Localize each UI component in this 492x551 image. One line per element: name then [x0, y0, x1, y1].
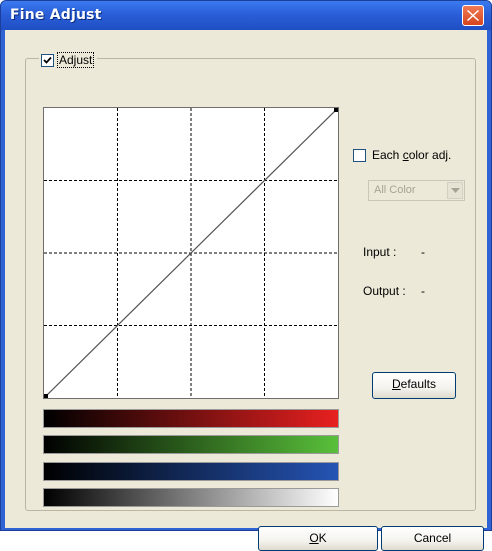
tone-curve-graph[interactable]: [43, 107, 339, 399]
tone-curve-svg[interactable]: [43, 107, 339, 399]
each-color-adj-checkbox[interactable]: [353, 148, 366, 162]
ok-mnemonic: O: [309, 531, 319, 545]
color-channel-value: All Color: [374, 184, 416, 196]
ok-rest: K: [318, 531, 327, 545]
cancel-button-label: Cancel: [413, 531, 452, 545]
output-value: -: [421, 284, 425, 298]
dropdown-arrow-icon: [451, 188, 460, 193]
output-label: Output :: [363, 284, 406, 298]
dialog-client-area: Adjust Each color adj. All Color Input:…: [5, 30, 487, 551]
red-gradient-bar: [43, 409, 339, 428]
ok-button-label: OK: [309, 531, 326, 545]
blue-gradient-bar: [43, 462, 339, 481]
gray-gradient-bar: [43, 488, 339, 507]
input-value: -: [421, 245, 425, 259]
each-color-adj-label[interactable]: Each color adj.: [372, 148, 451, 162]
input-label: Input :: [363, 245, 397, 259]
window-title: Fine Adjust: [10, 7, 102, 23]
curve-end-point[interactable]: [334, 108, 338, 112]
color-channel-select[interactable]: All Color: [368, 180, 465, 201]
close-x-icon: [467, 10, 479, 21]
checkmark-icon: [43, 56, 52, 64]
defaults-button-label: Defaults: [392, 377, 436, 391]
adjust-checkbox-row[interactable]: Adjust: [39, 52, 98, 68]
each-color-label-prefix: Each: [372, 148, 403, 162]
defaults-button[interactable]: Defaults: [372, 372, 456, 399]
title-bar[interactable]: Fine Adjust: [1, 1, 491, 30]
fine-adjust-window: Fine Adjust Adjust Each color adj. All C…: [0, 0, 492, 551]
ok-button[interactable]: OK: [258, 526, 378, 551]
dropdown-button[interactable]: [447, 182, 463, 199]
curve-start-point[interactable]: [44, 394, 48, 398]
each-color-label-suffix: olor adj.: [408, 148, 452, 162]
each-color-adj-row[interactable]: Each color adj.: [353, 148, 451, 162]
defaults-rest: efaults: [400, 377, 437, 391]
close-button[interactable]: [462, 5, 484, 26]
adjust-checkbox[interactable]: [41, 53, 54, 67]
adjust-label[interactable]: Adjust: [56, 52, 95, 68]
defaults-mnemonic: D: [391, 377, 401, 391]
cancel-button[interactable]: Cancel: [381, 526, 484, 551]
green-gradient-bar: [43, 435, 339, 454]
